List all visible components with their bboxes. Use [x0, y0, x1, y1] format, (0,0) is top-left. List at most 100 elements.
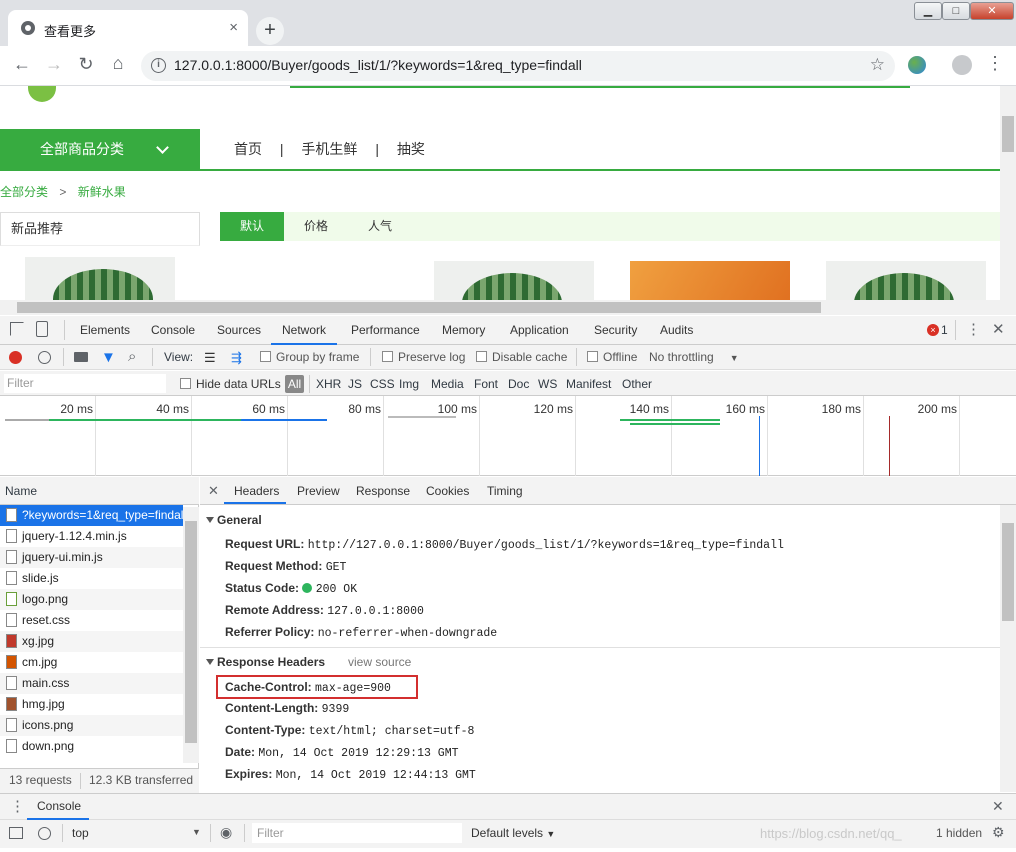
filter-type-xhr[interactable]: XHR [316, 377, 341, 391]
window-close-button[interactable]: ✕ [970, 2, 1014, 20]
menu-kebab-icon[interactable]: ⋮ [986, 53, 1004, 74]
address-bar[interactable]: i 127.0.0.1:8000/Buyer/goods_list/1/?key… [141, 51, 895, 81]
tab-elements[interactable]: Elements [80, 323, 130, 337]
tab-close-button[interactable]: × [229, 19, 238, 36]
request-row[interactable]: main.css [0, 673, 183, 694]
drawer-tab-console[interactable]: Console [37, 799, 81, 813]
request-row[interactable]: logo.png [0, 589, 183, 610]
dropdown-arrow-icon[interactable]: ▼ [192, 827, 201, 837]
tab-security[interactable]: Security [594, 323, 637, 337]
filter-type-doc[interactable]: Doc [508, 377, 529, 391]
inspect-element-icon[interactable] [10, 322, 24, 336]
back-arrow-icon[interactable]: ← [10, 54, 34, 75]
filter-type-js[interactable]: JS [348, 377, 362, 391]
network-overview-timeline[interactable]: 20 ms 40 ms 60 ms 80 ms 100 ms 120 ms 14… [0, 396, 1016, 476]
devtools-close-icon[interactable]: ✕ [992, 320, 1005, 338]
tab-network[interactable]: Network [282, 323, 326, 337]
request-row[interactable]: icons.png [0, 715, 183, 736]
request-row[interactable]: cm.jpg [0, 652, 183, 673]
tab-response[interactable]: Response [356, 484, 410, 498]
console-filter-input[interactable]: Filter [252, 823, 462, 843]
request-row[interactable]: reset.css [0, 610, 183, 631]
tab-console[interactable]: Console [151, 323, 195, 337]
product-image-cantaloupe[interactable] [630, 261, 790, 300]
large-rows-icon[interactable]: ☰ [204, 350, 216, 366]
console-settings-gear-icon[interactable]: ⚙ [992, 824, 1005, 841]
checkbox[interactable] [382, 351, 393, 362]
product-image-watermelon[interactable] [25, 257, 175, 300]
request-row[interactable]: jquery-1.12.4.min.js [0, 526, 183, 547]
reload-icon[interactable]: ↻ [74, 54, 98, 75]
network-filter-input[interactable]: Filter [4, 374, 166, 393]
view-source-link[interactable]: view source [348, 655, 411, 669]
product-image-watermelon[interactable] [434, 261, 594, 300]
record-icon[interactable] [9, 351, 22, 364]
home-icon[interactable]: ⌂ [106, 53, 130, 74]
hide-data-urls-toggle[interactable]: Hide data URLs [180, 377, 281, 391]
maximize-button[interactable]: □ [942, 2, 970, 20]
clear-console-icon[interactable] [38, 827, 51, 840]
filter-type-manifest[interactable]: Manifest [566, 377, 611, 391]
general-section-header[interactable]: General [206, 513, 262, 527]
device-toolbar-icon[interactable] [36, 321, 48, 337]
name-column-header[interactable]: Name [0, 477, 199, 505]
tab-headers[interactable]: Headers [234, 484, 279, 498]
request-list-scrollbar[interactable] [183, 507, 199, 763]
filter-type-ws[interactable]: WS [538, 377, 557, 391]
checkbox[interactable] [587, 351, 598, 362]
request-row[interactable]: xg.jpg [0, 631, 183, 652]
nav-lottery-link[interactable]: 抽奖 [397, 141, 425, 157]
filter-type-media[interactable]: Media [431, 377, 464, 391]
error-count[interactable]: 1 [941, 323, 948, 337]
devtools-menu-icon[interactable]: ⋮ [966, 320, 981, 338]
page-horizontal-scrollbar[interactable] [0, 300, 1000, 315]
waterfall-view-icon[interactable]: ⇶ [231, 350, 242, 366]
bookmark-star-icon[interactable]: ☆ [870, 55, 885, 75]
search-icon[interactable]: ⌕ [128, 348, 136, 365]
filter-type-css[interactable]: CSS [370, 377, 395, 391]
eye-icon[interactable]: ◉ [220, 824, 232, 841]
sort-popularity-tab[interactable]: 人气 [348, 212, 412, 241]
request-row[interactable]: hmg.jpg [0, 694, 183, 715]
request-row[interactable]: slide.js [0, 568, 183, 589]
filter-funnel-icon[interactable]: ▼ [101, 349, 116, 366]
throttling-select[interactable]: No throttling ▼ [649, 350, 739, 364]
filter-type-other[interactable]: Other [622, 377, 652, 391]
error-icon[interactable]: × [927, 324, 939, 336]
close-detail-icon[interactable]: ✕ [208, 483, 219, 499]
tab-memory[interactable]: Memory [442, 323, 485, 337]
context-select[interactable]: top [72, 826, 89, 840]
search-button-edge[interactable] [808, 86, 910, 88]
screenshot-camera-icon[interactable] [74, 352, 88, 362]
filter-type-img[interactable]: Img [399, 377, 419, 391]
tab-application[interactable]: Application [510, 323, 569, 337]
tab-performance[interactable]: Performance [351, 323, 420, 337]
category-menu-button[interactable]: 全部商品分类 [0, 129, 200, 169]
checkbox[interactable] [180, 378, 191, 389]
request-row-document[interactable]: ?keywords=1&req_type=findall [0, 505, 183, 526]
profile-avatar-icon[interactable] [952, 55, 972, 75]
nav-fresh-link[interactable]: 手机生鲜 [301, 141, 357, 157]
group-by-frame-toggle[interactable]: Group by frame [260, 350, 359, 364]
sort-default-tab[interactable]: 默认 [220, 212, 284, 241]
nav-home-link[interactable]: 首页 [234, 141, 262, 157]
checkbox[interactable] [476, 351, 487, 362]
breadcrumb-all[interactable]: 全部分类 [0, 185, 48, 199]
disable-cache-toggle[interactable]: Disable cache [476, 350, 567, 364]
tab-timing[interactable]: Timing [487, 484, 523, 498]
site-info-icon[interactable]: i [151, 58, 166, 73]
drawer-close-icon[interactable]: ✕ [992, 798, 1004, 815]
clear-icon[interactable] [38, 351, 51, 364]
preserve-log-toggle[interactable]: Preserve log [382, 350, 465, 364]
product-image-watermelon[interactable] [826, 261, 986, 300]
console-sidebar-icon[interactable] [9, 827, 23, 839]
response-headers-section-header[interactable]: Response Headers [206, 655, 325, 669]
new-tab-button[interactable]: + [256, 17, 284, 45]
request-row[interactable]: down.png [0, 736, 183, 757]
breadcrumb-fruit[interactable]: 新鲜水果 [78, 185, 126, 199]
minimize-button[interactable]: ▁ [914, 2, 942, 20]
tab-cookies[interactable]: Cookies [426, 484, 469, 498]
tab-preview[interactable]: Preview [297, 484, 340, 498]
filter-type-all[interactable]: All [285, 375, 304, 393]
browser-tab[interactable]: 查看更多 × [8, 10, 248, 46]
